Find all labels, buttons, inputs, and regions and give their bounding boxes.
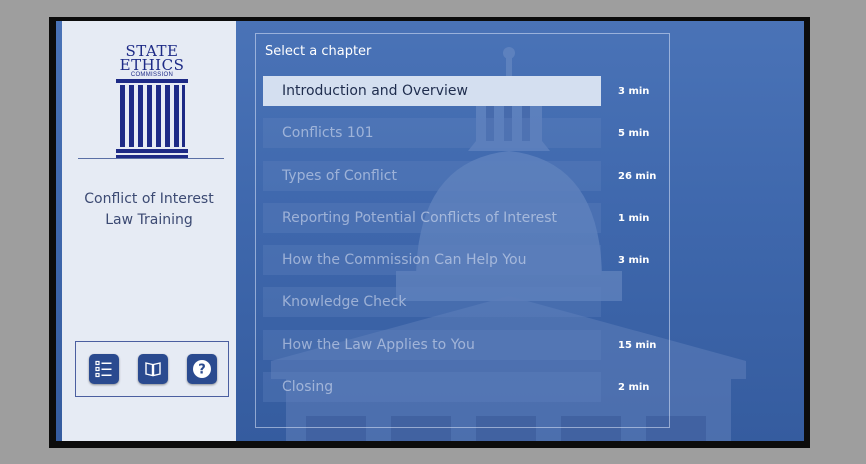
chapter-duration: 3 min [618,86,650,97]
chapter-item[interactable]: Introduction and Overview [263,76,601,106]
sidebar: State Ethics Commission Conflict of Inte… [62,21,236,441]
chapter-title: Types of Conflict [282,168,397,184]
state-ethics-commission-logo: State Ethics Commission [102,43,202,163]
chapter-item[interactable]: Types of Conflict [263,161,601,191]
logo-line-3: Commission [130,72,174,78]
sidebar-divider [78,158,224,159]
help-icon: ? [193,360,211,378]
chapter-duration: 2 min [618,382,650,393]
chapter-duration: 26 min [618,171,657,182]
chapter-menu: Select a chapter Introduction and Overvi… [255,33,670,428]
navigation-toolbar: ? [75,341,229,397]
chapter-item[interactable]: Reporting Potential Conflicts of Interes… [263,203,601,233]
chapter-item[interactable]: How the Law Applies to You [263,330,601,360]
help-button[interactable]: ? [187,354,217,384]
chapter-duration: 15 min [618,340,657,351]
chapter-title: How the Law Applies to You [282,337,475,353]
chapter-item[interactable]: Conflicts 101 [263,118,601,148]
chapter-duration: 1 min [618,213,650,224]
chapter-title: Closing [282,379,334,395]
chapter-list-button[interactable] [89,354,119,384]
resources-button[interactable] [138,354,168,384]
chapter-title: How the Commission Can Help You [282,252,527,268]
menu-heading: Select a chapter [265,44,372,59]
chapter-item[interactable]: How the Commission Can Help You [263,245,601,275]
course-title-line-1: Conflict of Interest [84,191,214,207]
book-icon [145,362,161,377]
chapter-title: Reporting Potential Conflicts of Interes… [282,210,558,226]
chapter-duration: 3 min [618,255,650,266]
course-title: Conflict of Interest Law Training [62,189,236,231]
svg-text:?: ? [198,363,206,378]
course-title-line-2: Law Training [105,212,193,228]
chapter-item[interactable]: Knowledge Check [263,287,601,317]
chapter-duration: 5 min [618,128,650,139]
chapter-title: Conflicts 101 [282,125,374,141]
chapter-title: Introduction and Overview [282,83,468,99]
chapter-title: Knowledge Check [282,294,407,310]
list-icon [95,360,112,378]
columns-icon [116,79,188,158]
logo-line-2: Ethics [119,56,185,74]
chapter-item[interactable]: Closing [263,372,601,402]
